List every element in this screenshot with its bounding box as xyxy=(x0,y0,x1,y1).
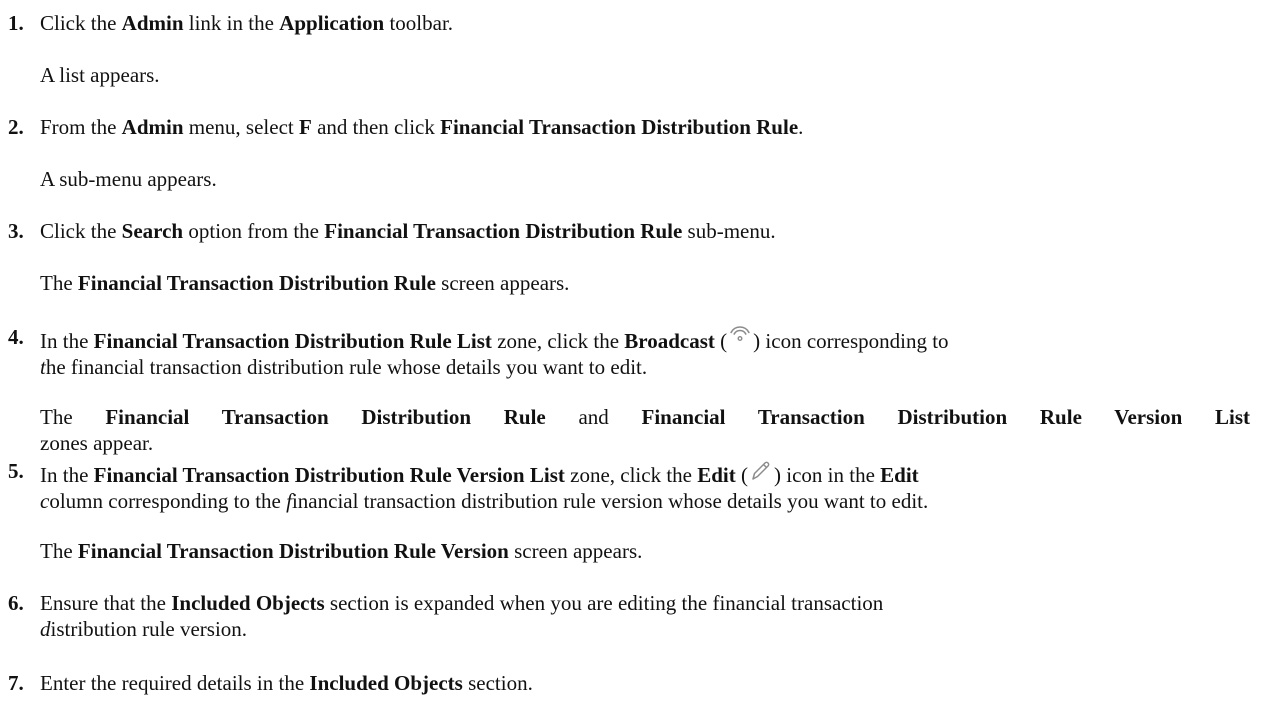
bold-term: Financial Transaction Distribution Rule … xyxy=(77,539,509,563)
bold-term: Financial Transaction Distribution Rule … xyxy=(641,405,1251,429)
step-result: The Financial Transaction Distribution R… xyxy=(40,270,569,296)
text-run: inancial transaction distribution rule v… xyxy=(291,489,929,513)
text-run: zone, click the xyxy=(491,329,625,353)
bold-term: Financial Transaction Distribution Rule xyxy=(77,271,436,295)
step-instruction-line-2: the financial transaction distribution r… xyxy=(40,354,647,380)
text-run: A sub-menu appears. xyxy=(40,167,217,191)
text-run: The xyxy=(40,405,106,429)
text-run: In the xyxy=(40,463,94,487)
text-run: and xyxy=(545,405,642,429)
step-instruction-line-1: Ensure that the Included Objects section… xyxy=(40,590,883,616)
step-number: 1. xyxy=(8,11,24,35)
bold-term: Broadcast xyxy=(624,329,715,353)
text-run: zones appear. xyxy=(40,431,154,455)
step-result: A list appears. xyxy=(40,62,160,88)
step-instruction-line-2: column corresponding to the financial tr… xyxy=(40,488,928,514)
bold-term: Financial Transaction Distribution Rule … xyxy=(93,329,492,353)
bold-term: Admin xyxy=(121,11,184,35)
bold-term: Search xyxy=(121,219,184,243)
step-instruction-line-1: In the Financial Transaction Distributio… xyxy=(40,460,919,491)
text-run: From the xyxy=(40,115,122,139)
text-run: Click the xyxy=(40,219,122,243)
text-run: A list appears. xyxy=(40,63,160,87)
text-run: . xyxy=(798,115,804,139)
bold-term: Included Objects xyxy=(171,591,325,615)
step-number: 4. xyxy=(8,325,24,349)
text-run: section. xyxy=(462,671,533,695)
text-run: menu, select xyxy=(183,115,299,139)
text-run: Enter the required details in the xyxy=(40,671,310,695)
step-result: The Financial Transaction Distribution R… xyxy=(40,538,642,564)
broadcast-icon xyxy=(727,326,753,354)
step-number: 2. xyxy=(8,115,24,139)
text-run: The xyxy=(40,271,78,295)
step-number: 3. xyxy=(8,219,24,243)
text-run: toolbar. xyxy=(384,11,454,35)
bold-term: Application xyxy=(279,11,385,35)
bold-term: F xyxy=(299,115,312,139)
text-run: In the xyxy=(40,329,94,353)
step-result-line-1: The Financial Transaction Distribution R… xyxy=(40,404,1250,430)
text-run: ) icon corresponding to xyxy=(753,329,949,353)
step-number: 6. xyxy=(8,591,24,615)
text-run: option from the xyxy=(183,219,325,243)
pencil-edit-icon xyxy=(748,460,774,488)
step-result-line-2: zones appear. xyxy=(40,430,153,456)
bold-term: Financial Transaction Distribution Rule xyxy=(105,405,546,429)
text-run: ) icon in the xyxy=(774,463,881,487)
italic-text: d xyxy=(40,617,51,641)
bold-term: Financial Transaction Distribution Rule … xyxy=(93,463,565,487)
text-run: sub-menu. xyxy=(682,219,776,243)
text-run: ( xyxy=(735,463,748,487)
text-run: zone, click the xyxy=(564,463,698,487)
step-number: 7. xyxy=(8,671,24,695)
step-instruction-line-2: distribution rule version. xyxy=(40,616,247,642)
bold-term: Included Objects xyxy=(309,671,463,695)
step-instruction: Click the Admin link in the Application … xyxy=(40,10,453,36)
step-instruction: From the Admin menu, select F and then c… xyxy=(40,114,803,140)
text-run: he financial transaction distribution ru… xyxy=(45,355,648,379)
text-run: olumn corresponding to the xyxy=(49,489,287,513)
bold-term: Admin xyxy=(121,115,184,139)
bold-term: Edit xyxy=(697,463,736,487)
text-run: screen appears. xyxy=(508,539,643,563)
bold-term: Financial Transaction Distribution Rule xyxy=(440,115,799,139)
step-instruction-line-1: In the Financial Transaction Distributio… xyxy=(40,326,949,357)
bold-term: Financial Transaction Distribution Rule xyxy=(324,219,683,243)
text-run: The xyxy=(40,539,78,563)
text-run: ( xyxy=(714,329,728,353)
step-instruction: Enter the required details in the Includ… xyxy=(40,670,533,696)
text-run: section is expanded when you are editing… xyxy=(324,591,884,615)
italic-text: c xyxy=(40,489,50,513)
step-result: A sub-menu appears. xyxy=(40,166,217,192)
text-run: Ensure that the xyxy=(40,591,172,615)
text-run: and then click xyxy=(311,115,441,139)
step-number: 5. xyxy=(8,459,24,483)
text-run: Click the xyxy=(40,11,122,35)
text-run: link in the xyxy=(183,11,280,35)
bold-term: Edit xyxy=(880,463,919,487)
text-run: screen appears. xyxy=(435,271,570,295)
step-instruction: Click the Search option from the Financi… xyxy=(40,218,776,244)
text-run: istribution rule version. xyxy=(50,617,248,641)
